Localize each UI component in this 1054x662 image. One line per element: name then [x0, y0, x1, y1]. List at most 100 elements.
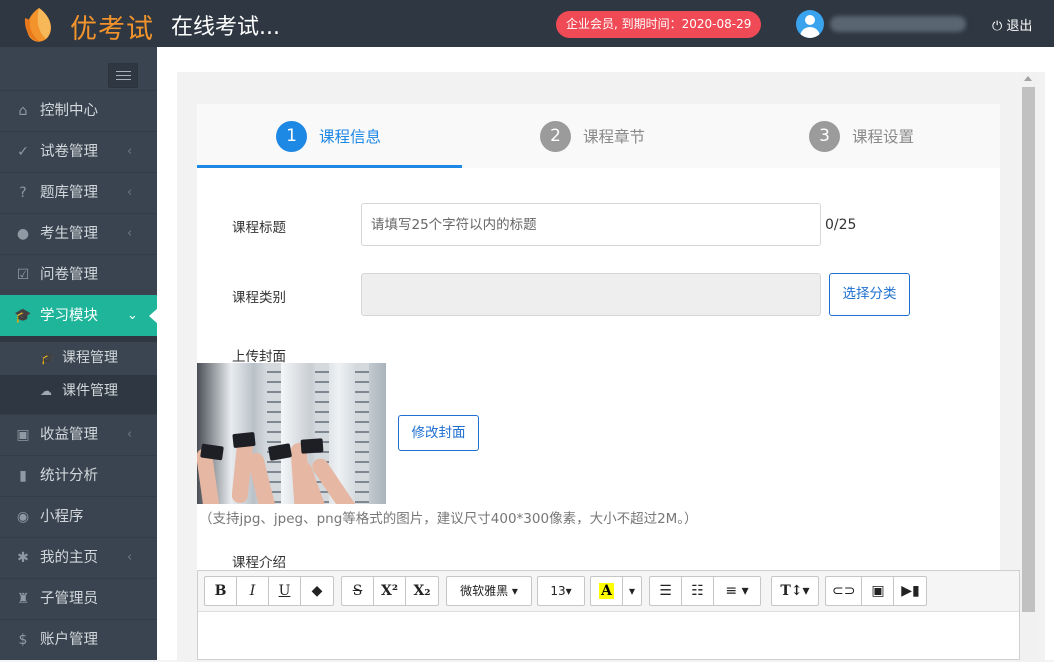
- membership-badge: 企业会员, 到期时间：2020-08-29: [556, 11, 762, 38]
- home-page-icon: ✱: [17, 550, 29, 566]
- step-label: 课程设置: [852, 128, 915, 146]
- chevron-left-icon: ‹: [127, 185, 133, 200]
- course-title-label: 课程标题: [232, 220, 286, 236]
- step-number: 3: [809, 120, 840, 152]
- sidebar-item-dashboard[interactable]: ⌂ 控制中心: [0, 90, 157, 131]
- step-label: 课程信息: [319, 128, 382, 146]
- step-tabs: 1 课程信息 2 课程章节 3 课程设置: [197, 104, 1000, 168]
- numbered-list-icon[interactable]: ☷: [682, 577, 714, 605]
- image-icon[interactable]: ▣: [862, 577, 895, 605]
- brand-name: 优考试: [70, 14, 154, 45]
- logo-icon: [24, 8, 52, 42]
- font-family-value: 微软雅黑: [460, 584, 509, 598]
- bold-icon[interactable]: B: [205, 577, 237, 605]
- user-icon: ●: [16, 226, 30, 242]
- course-category-label: 课程类别: [232, 290, 286, 306]
- chevron-left-icon: ‹: [127, 144, 133, 159]
- cloud-upload-icon: ☁: [40, 384, 52, 398]
- sidebar-item-label: 收益管理: [40, 427, 98, 443]
- font-family-dropdown[interactable]: 微软雅黑 ▾: [447, 577, 531, 605]
- course-title-input[interactable]: [361, 203, 821, 246]
- sidebar-item-homepage[interactable]: ✱ 我的主页 ‹: [0, 537, 157, 578]
- sidebar-item-papers[interactable]: ✓ 试卷管理 ‹: [0, 131, 157, 172]
- select-category-button[interactable]: 选择分类: [829, 273, 910, 316]
- strikethrough-icon[interactable]: S: [342, 577, 374, 605]
- sidebar-subitem-courses[interactable]: 🎓 课程管理: [0, 342, 157, 375]
- cover-format-hint: （支持jpg、jpeg、png等格式的图片，建议尺寸400*300像素，大小不超…: [199, 511, 698, 527]
- step-course-chapters[interactable]: 2 课程章节: [540, 104, 645, 168]
- sidebar-item-label: 试卷管理: [40, 144, 98, 160]
- scroll-up-icon[interactable]: [1024, 76, 1032, 81]
- align-dropdown-icon[interactable]: ≡ ▾: [714, 577, 760, 605]
- step-number: 1: [276, 120, 307, 152]
- video-icon[interactable]: ▶▮: [894, 577, 926, 605]
- link-icon[interactable]: ⊂⊃: [826, 577, 863, 605]
- sidebar-submenu: 🎓 课程管理 ☁ 课件管理: [0, 336, 157, 414]
- sidebar-item-label: 考生管理: [40, 226, 98, 242]
- upload-cover-label: 上传封面: [232, 349, 286, 365]
- question-circle-icon: ?: [19, 185, 27, 201]
- course-intro-label: 课程介绍: [232, 555, 286, 571]
- superscript-icon[interactable]: X²: [374, 577, 406, 605]
- step-label: 课程章节: [583, 128, 646, 146]
- check-square-icon: ☑: [16, 267, 30, 283]
- subscript-icon[interactable]: X₂: [406, 577, 438, 605]
- vertical-scrollbar[interactable]: [1021, 72, 1036, 660]
- scrollbar-thumb[interactable]: [1022, 87, 1035, 612]
- username-redacted: [830, 16, 966, 32]
- sidebar-subitem-coursewares[interactable]: ☁ 课件管理: [0, 375, 157, 408]
- sidebar-item-surveys[interactable]: ☑ 问卷管理: [0, 254, 157, 295]
- font-size-dropdown[interactable]: 13▾: [538, 577, 584, 605]
- bullet-list-icon[interactable]: ☰: [650, 577, 682, 605]
- chevron-down-icon: ⌄: [127, 308, 138, 323]
- sidebar-item-question-bank[interactable]: ? 题库管理 ‹: [0, 172, 157, 213]
- sidebar-item-label: 子管理员: [40, 591, 98, 607]
- logout-label: 退出: [1006, 19, 1033, 34]
- sidebar-item-label: 统计分析: [40, 468, 98, 484]
- sidebar-item-account[interactable]: $ 账户管理: [0, 619, 157, 660]
- font-size-value: 13: [550, 584, 566, 598]
- top-bar: 优考试 在线考试... 企业会员, 到期时间：2020-08-29 ⏻ 退出: [0, 0, 1054, 47]
- text-color-icon[interactable]: A: [591, 577, 623, 605]
- active-step-indicator: [197, 165, 462, 168]
- power-icon: ⏻: [992, 19, 1007, 34]
- sidebar-item-revenue[interactable]: ▣ 收益管理 ‹: [0, 414, 157, 455]
- sidebar-item-label: 我的主页: [40, 550, 98, 566]
- dollar-icon: $: [18, 632, 28, 648]
- sidebar-item-label: 小程序: [40, 509, 84, 525]
- step-course-settings[interactable]: 3 课程设置: [809, 104, 914, 168]
- sidebar-item-candidates[interactable]: ● 考生管理 ‹: [0, 213, 157, 254]
- line-height-icon[interactable]: T↕▾: [772, 577, 818, 605]
- home-icon: ⌂: [18, 103, 28, 119]
- menu-toggle-button[interactable]: [108, 63, 138, 88]
- step-number: 2: [540, 120, 571, 152]
- change-cover-button[interactable]: 修改封面: [398, 415, 479, 451]
- chevron-left-icon: ‹: [127, 226, 133, 241]
- sidebar-item-label: 控制中心: [40, 103, 98, 119]
- sidebar-item-label: 账户管理: [40, 632, 98, 648]
- graduation-cap-icon: 🎓: [40, 351, 55, 365]
- check-circle-icon: ✓: [17, 144, 29, 160]
- graduation-cap-icon: 🎓: [14, 308, 32, 324]
- eraser-icon[interactable]: ◆: [301, 577, 333, 605]
- sidebar-item-miniprogram[interactable]: ◉ 小程序: [0, 496, 157, 537]
- sidebar-item-statistics[interactable]: ▮ 统计分析: [0, 455, 157, 496]
- logout-button[interactable]: ⏻ 退出: [992, 15, 1032, 34]
- sidebar-item-label: 课件管理: [62, 383, 118, 399]
- money-icon: ▣: [16, 427, 30, 443]
- course-category-field: [361, 273, 821, 316]
- sidebar-item-subadmins[interactable]: ♜ 子管理员: [0, 578, 157, 619]
- chevron-down-icon[interactable]: ▾: [623, 577, 641, 605]
- app-title: 在线考试...: [171, 15, 280, 40]
- underline-icon[interactable]: U: [269, 577, 301, 605]
- sidebar-item-label: 题库管理: [40, 185, 98, 201]
- step-course-info[interactable]: 1 课程信息: [276, 104, 381, 168]
- sidebar-item-label: 学习模块: [40, 308, 98, 324]
- italic-icon[interactable]: I: [237, 577, 269, 605]
- sidebar-item-learning[interactable]: 🎓 学习模块 ⌄: [0, 295, 158, 336]
- title-char-counter: 0/25: [825, 217, 857, 233]
- rich-text-editor[interactable]: B I U ◆ S X² X₂ 微软雅黑 ▾ 13▾ A ▾ ☰ ☷ ≡ ▾ T…: [197, 570, 1020, 660]
- admin-icon: ♜: [16, 591, 30, 607]
- wechat-icon: ◉: [16, 509, 30, 525]
- avatar[interactable]: [796, 10, 824, 38]
